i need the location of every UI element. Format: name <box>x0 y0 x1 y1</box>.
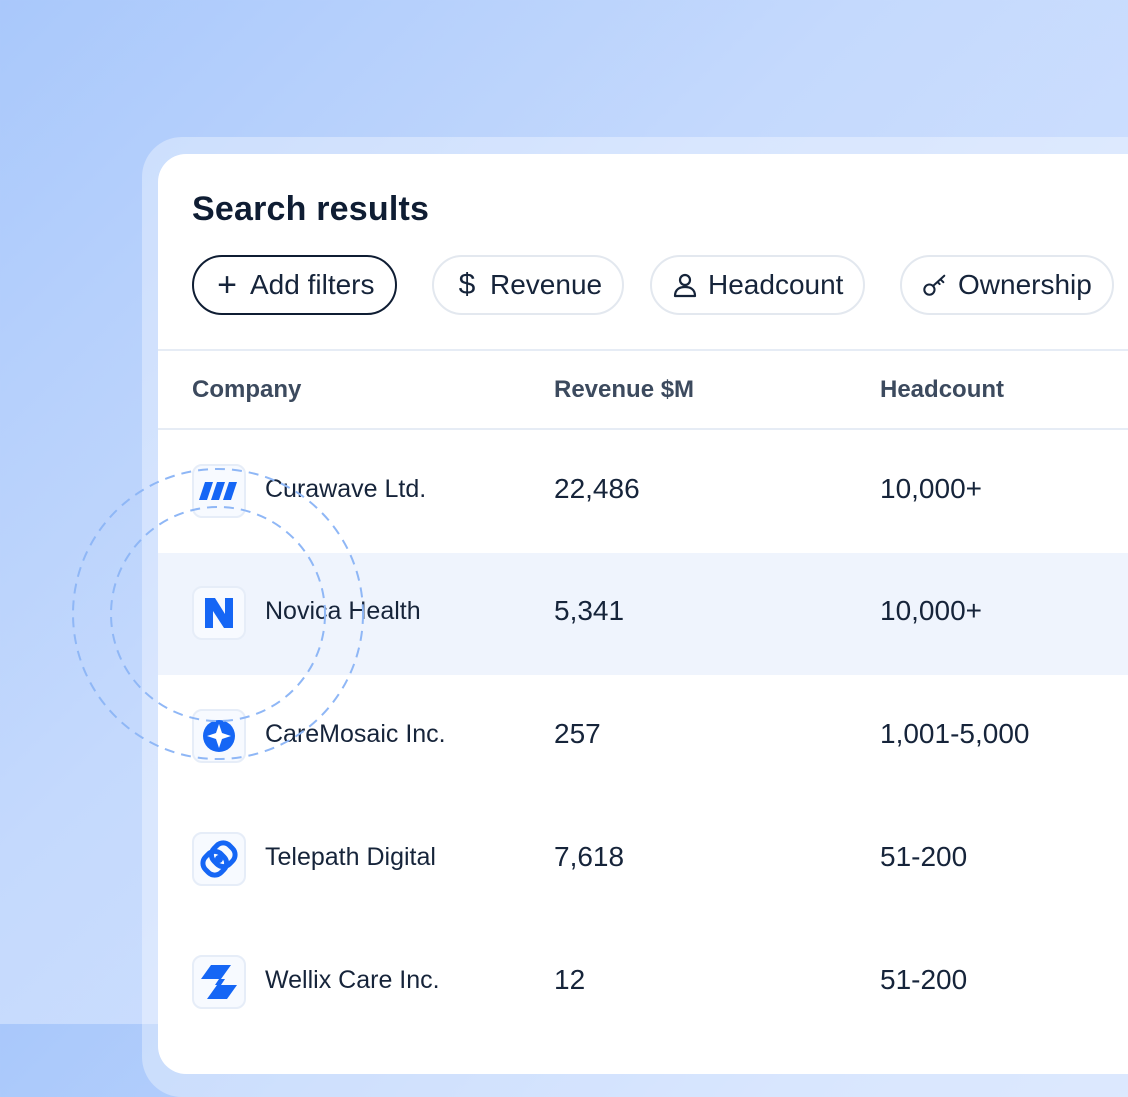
filter-chip-label: Revenue <box>490 269 603 300</box>
add-filters-button[interactable]: + Add filters <box>192 255 397 315</box>
table-row[interactable]: Novica Health 5,341 10,000+ <box>158 553 1128 675</box>
column-header-revenue[interactable]: Revenue $M <box>554 376 694 404</box>
table-row[interactable]: CareMosaic Inc. 257 1,001-5,000 <box>158 676 1128 798</box>
headcount-value: 51-200 <box>880 841 968 872</box>
search-results-card: Search results + Add filters $ Revenue H… <box>158 154 1128 1074</box>
filter-chip-headcount[interactable]: Headcount <box>650 255 866 315</box>
caremosaic-logo <box>192 709 246 763</box>
header-divider <box>158 428 1128 430</box>
curawave-logo <box>192 464 246 518</box>
revenue-value: 7,618 <box>554 841 625 872</box>
column-header-company[interactable]: Company <box>192 376 301 404</box>
table-row[interactable]: Telepath Digital 7,618 51-200 <box>158 799 1128 921</box>
filter-chip-label: Headcount <box>708 269 844 300</box>
filter-divider <box>158 349 1128 351</box>
revenue-value: 12 <box>554 964 586 995</box>
telepath-logo <box>192 832 246 886</box>
company-name[interactable]: Novica Health <box>265 597 421 626</box>
table-row[interactable]: Wellix Care Inc. 12 51-200 <box>158 922 1128 1044</box>
headcount-value: 10,000+ <box>880 595 982 626</box>
company-name[interactable]: CareMosaic Inc. <box>265 720 446 749</box>
revenue-value: 22,486 <box>554 473 640 504</box>
revenue-value: 257 <box>554 718 601 749</box>
company-name[interactable]: Wellix Care Inc. <box>265 966 440 995</box>
company-name[interactable]: Telepath Digital <box>265 843 436 872</box>
wellix-logo <box>192 955 246 1009</box>
dollar-icon: $ <box>458 268 476 301</box>
headcount-value: 10,000+ <box>880 473 982 504</box>
revenue-value: 5,341 <box>554 595 625 626</box>
novica-logo <box>192 586 246 640</box>
column-header-headcount[interactable]: Headcount <box>880 376 1004 404</box>
headcount-value: 51-200 <box>880 964 968 995</box>
company-name[interactable]: Curawave Ltd. <box>265 475 426 504</box>
filter-chip-revenue[interactable]: $ Revenue <box>432 255 625 315</box>
page-title: Search results <box>192 190 430 228</box>
add-filters-label: Add filters <box>250 269 375 300</box>
headcount-value: 1,001-5,000 <box>880 718 1030 749</box>
key-icon <box>922 272 948 298</box>
filter-chip-ownership[interactable]: Ownership <box>900 255 1114 315</box>
user-icon <box>672 272 698 298</box>
table-row[interactable]: Curawave Ltd. 22,486 10,000+ <box>158 431 1128 553</box>
plus-icon: + <box>217 266 237 304</box>
filter-chip-label: Ownership <box>958 269 1092 300</box>
